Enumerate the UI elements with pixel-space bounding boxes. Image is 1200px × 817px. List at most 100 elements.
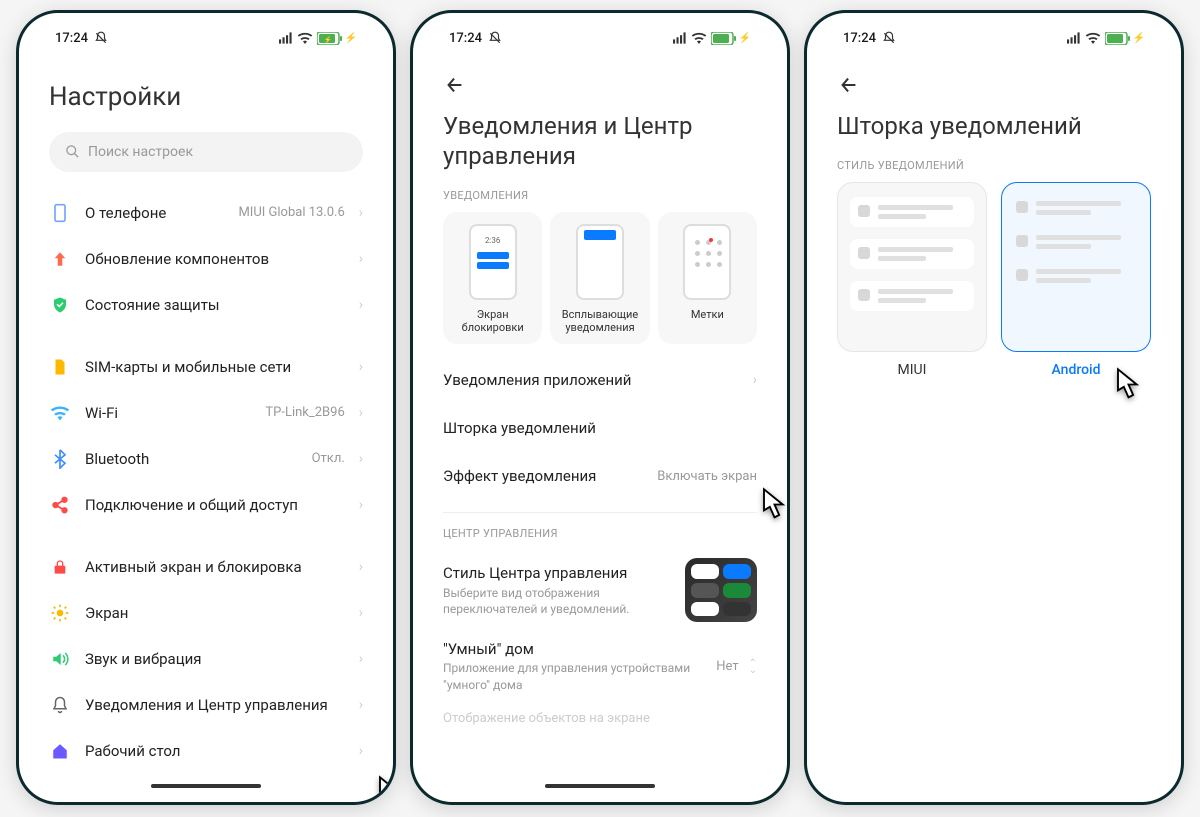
- shield-icon: [49, 294, 71, 316]
- charge-icon: ⚡: [345, 33, 357, 44]
- chevron-right-icon: ›: [359, 405, 363, 421]
- settings-item[interactable]: Активный экран и блокировка ›: [49, 544, 363, 590]
- item-label: Состояние защиты: [85, 296, 345, 314]
- item-label: Уведомления и Центр управления: [85, 696, 345, 714]
- chevron-right-icon: ›: [359, 205, 363, 221]
- back-button[interactable]: [837, 73, 861, 97]
- settings-item[interactable]: SIM-карты и мобильные сети ›: [49, 344, 363, 390]
- phone-icon: [49, 202, 71, 224]
- cut-off-text: Отображение объектов на экране: [443, 711, 757, 726]
- arrow-up-icon: [49, 248, 71, 270]
- item-label: Активный экран и блокировка: [85, 558, 345, 576]
- phone-2: 17:24 ⚡ Уведомления и Центр управления У…: [410, 10, 790, 805]
- chevron-right-icon: ›: [359, 359, 363, 375]
- item-value: Откл.: [312, 451, 345, 466]
- item-notification-shade[interactable]: Шторка уведомлений: [443, 404, 757, 452]
- mute-icon: [882, 31, 896, 45]
- chevron-right-icon: ›: [359, 297, 363, 313]
- section-notifications: УВЕДОМЛЕНИЯ: [443, 189, 757, 202]
- settings-item[interactable]: Bluetooth Откл. ›: [49, 436, 363, 482]
- search-icon: [65, 144, 80, 159]
- item-label: Wi-Fi: [85, 404, 251, 422]
- card-popup[interactable]: Всплывающие уведомления: [550, 212, 649, 344]
- page-title: Уведомления и Центр управления: [443, 111, 757, 171]
- settings-item[interactable]: О телефоне MIUI Global 13.0.6 ›: [49, 190, 363, 236]
- settings-item[interactable]: Wi-Fi TP-Link_2B96 ›: [49, 390, 363, 436]
- share-icon: [49, 494, 71, 516]
- settings-item[interactable]: Состояние защиты ›: [49, 282, 363, 328]
- battery-icon: [1105, 32, 1131, 45]
- settings-title: Настройки: [49, 81, 363, 114]
- chevron-right-icon: ›: [359, 697, 363, 713]
- mute-icon: [488, 31, 502, 45]
- settings-item[interactable]: Обновление компонентов ›: [49, 236, 363, 282]
- chevron-right-icon: ›: [753, 372, 757, 388]
- wifi-status-icon: [691, 32, 707, 44]
- search-placeholder: Поиск настроек: [88, 144, 193, 160]
- chevron-right-icon: ›: [359, 559, 363, 575]
- control-center-preview: [685, 558, 757, 622]
- bell-icon: [49, 694, 71, 716]
- search-input[interactable]: Поиск настроек: [49, 132, 363, 172]
- item-value: TP-Link_2B96: [265, 405, 344, 420]
- item-label: Рабочий стол: [85, 742, 345, 760]
- item-label: SIM-карты и мобильные сети: [85, 358, 345, 376]
- item-control-center-style[interactable]: Стиль Центра управления Выберите вид ото…: [443, 550, 757, 630]
- home-icon: [49, 740, 71, 762]
- phone-3: 17:24 ⚡ Шторка уведомлений СТИЛЬ УВЕДОМЛ…: [804, 10, 1184, 805]
- chevron-right-icon: ›: [359, 251, 363, 267]
- chevron-right-icon: ›: [359, 451, 363, 467]
- card-lockscreen[interactable]: 2:36 Экран блокировки: [443, 212, 542, 344]
- status-time: 17:24: [449, 31, 482, 46]
- style-option-miui[interactable]: MIUI: [837, 182, 987, 378]
- item-label: Обновление компонентов: [85, 250, 345, 268]
- battery-icon: ⚡: [317, 32, 343, 45]
- battery-icon: [711, 32, 737, 45]
- nav-indicator[interactable]: [151, 784, 261, 788]
- card-badges[interactable]: Метки: [658, 212, 757, 344]
- status-time: 17:24: [55, 31, 88, 46]
- section-notification-style: СТИЛЬ УВЕДОМЛЕНИЙ: [837, 159, 1151, 172]
- settings-item[interactable]: Подключение и общий доступ ›: [49, 482, 363, 528]
- wifi-status-icon: [1085, 32, 1101, 44]
- item-smart-home[interactable]: "Умный" дом Приложение для управления ус…: [443, 630, 757, 702]
- item-label: Экран: [85, 604, 345, 622]
- item-label: Подключение и общий доступ: [85, 496, 345, 514]
- nav-indicator[interactable]: [545, 784, 655, 788]
- mute-icon: [94, 31, 108, 45]
- signal-icon: [279, 32, 293, 44]
- status-bar: 17:24 ⚡: [421, 21, 779, 55]
- page-title: Шторка уведомлений: [837, 111, 1151, 141]
- bluetooth-icon: [49, 448, 71, 470]
- item-app-notifications[interactable]: Уведомления приложений ›: [443, 356, 757, 404]
- settings-item[interactable]: Рабочий стол ›: [49, 728, 363, 774]
- item-label: Bluetooth: [85, 450, 298, 468]
- chevron-right-icon: ›: [359, 743, 363, 759]
- item-label: О телефоне: [85, 204, 224, 222]
- chevron-right-icon: ›: [359, 605, 363, 621]
- settings-item[interactable]: Звук и вибрация ›: [49, 636, 363, 682]
- signal-icon: [1067, 32, 1081, 44]
- updown-icon: ⌃⌄: [749, 660, 757, 674]
- back-button[interactable]: [443, 73, 467, 97]
- sim-icon: [49, 356, 71, 378]
- chevron-right-icon: ›: [359, 497, 363, 513]
- style-option-android[interactable]: Android: [1001, 182, 1151, 378]
- sun-icon: [49, 602, 71, 624]
- settings-item[interactable]: Экран ›: [49, 590, 363, 636]
- speaker-icon: [49, 648, 71, 670]
- phone-1: 17:24 ⚡ ⚡ Настройки Поиск настроек О тел…: [16, 10, 396, 805]
- charge-icon: ⚡: [739, 33, 751, 44]
- signal-icon: [673, 32, 687, 44]
- status-bar: 17:24 ⚡: [815, 21, 1173, 55]
- wifi-status-icon: [297, 32, 313, 44]
- item-notification-effect[interactable]: Эффект уведомления Включать экран: [443, 452, 757, 500]
- item-value: MIUI Global 13.0.6: [238, 205, 344, 220]
- section-control-center: ЦЕНТР УПРАВЛЕНИЯ: [443, 527, 757, 540]
- chevron-right-icon: ›: [359, 651, 363, 667]
- settings-item[interactable]: Уведомления и Центр управления ›: [49, 682, 363, 728]
- wifi-icon: [49, 402, 71, 424]
- status-time: 17:24: [843, 31, 876, 46]
- status-bar: 17:24 ⚡ ⚡: [27, 21, 385, 55]
- item-label: Звук и вибрация: [85, 650, 345, 668]
